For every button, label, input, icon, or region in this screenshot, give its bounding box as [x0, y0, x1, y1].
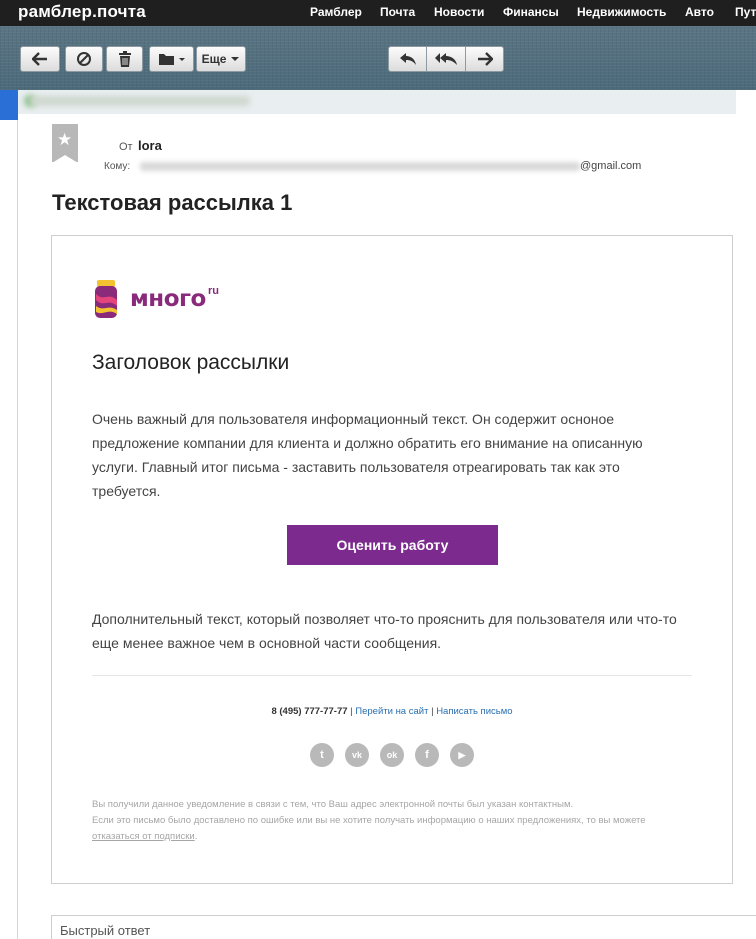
left-panel-edge — [0, 90, 18, 939]
nav-news[interactable]: Новости — [434, 5, 484, 19]
move-folder-button[interactable] — [149, 46, 194, 72]
separator: | — [431, 706, 434, 717]
to-label: Кому: — [104, 161, 131, 172]
reply-all-icon — [435, 53, 457, 65]
redacted-recipients — [140, 162, 580, 171]
brand-tld: ru — [208, 285, 219, 297]
vk-icon[interactable]: vk — [345, 743, 369, 767]
folder-icon — [158, 54, 185, 65]
left-panel-tab[interactable] — [0, 90, 18, 120]
youtube-icon[interactable]: ▶ — [450, 743, 474, 767]
toolbar: Еще — [0, 26, 756, 90]
forward-icon — [477, 52, 493, 66]
nav-realty[interactable]: Недвижимость — [577, 5, 666, 19]
email-contacts: 8 (495) 777-77-77 | Перейти на сайт | На… — [0, 706, 756, 717]
facebook-icon[interactable]: f — [415, 743, 439, 767]
reply-all-button[interactable] — [426, 46, 466, 72]
nav-rambler[interactable]: Рамблер — [310, 5, 362, 19]
phone-number[interactable]: 8 (495) 777-77-77 — [271, 706, 347, 717]
brand-name: много — [130, 286, 206, 312]
nav-travel[interactable]: Пут — [735, 5, 756, 19]
forward-button[interactable] — [465, 46, 504, 72]
footnote-line-2: Если это письмо было доставлено по ошибк… — [92, 815, 646, 826]
more-menu-button[interactable]: Еще — [196, 46, 246, 72]
chevron-down-icon — [231, 57, 240, 61]
star-bookmark[interactable]: ★ — [52, 124, 78, 163]
back-arrow-icon — [32, 52, 47, 66]
write-email-link[interactable]: Написать письмо — [436, 706, 512, 717]
quick-reply-placeholder: Быстрый ответ — [60, 923, 151, 938]
top-bar: рамблер.почта Рамблер Почта Новости Фина… — [0, 0, 756, 26]
top-nav: Рамблер Почта Новости Финансы Недвижимос… — [0, 0, 756, 26]
nav-auto[interactable]: Авто — [685, 5, 714, 19]
star-icon: ★ — [57, 130, 73, 149]
site-link[interactable]: Перейти на сайт — [355, 706, 428, 717]
nav-mail[interactable]: Почта — [380, 5, 415, 19]
unsubscribe-link[interactable]: отказаться от подписки — [92, 831, 195, 842]
trash-icon — [118, 51, 131, 67]
separator: | — [350, 706, 353, 717]
twitter-icon[interactable]: t — [310, 743, 334, 767]
redacted-subject — [30, 96, 250, 106]
footnote-line-1: Вы получили данное уведомление в связи с… — [92, 799, 574, 810]
delete-button[interactable] — [106, 46, 143, 72]
jar-icon — [95, 280, 117, 318]
email-footnote: Вы получили данное уведомление в связи с… — [92, 797, 692, 845]
odnoklassniki-icon[interactable]: ok — [380, 743, 404, 767]
more-label: Еще — [201, 52, 227, 66]
reply-icon — [399, 53, 416, 65]
quick-reply-box[interactable]: Быстрый ответ — [51, 915, 756, 939]
reply-button[interactable] — [388, 46, 427, 72]
sender-name[interactable]: lora — [138, 138, 162, 153]
spam-button[interactable] — [65, 46, 103, 72]
recipient-email[interactable]: @gmail.com — [580, 160, 641, 172]
social-links: t vk ok f ▶ — [310, 743, 476, 767]
email-body-text: Очень важный для пользователя информацио… — [92, 411, 643, 499]
back-button[interactable] — [20, 46, 60, 72]
message-subject: Текстовая рассылка 1 — [52, 190, 293, 215]
email-divider — [92, 675, 692, 676]
email-extra-text: Дополнительный текст, который позволяет … — [92, 611, 677, 651]
nav-finance[interactable]: Финансы — [503, 5, 559, 19]
spam-icon — [77, 52, 91, 66]
email-headline: Заголовок рассылки — [92, 351, 290, 374]
brand-logo: много ru — [92, 278, 232, 322]
from-label: От — [119, 141, 133, 153]
rate-work-button[interactable]: Оценить работу — [287, 525, 498, 565]
footnote-end: . — [194, 831, 198, 842]
